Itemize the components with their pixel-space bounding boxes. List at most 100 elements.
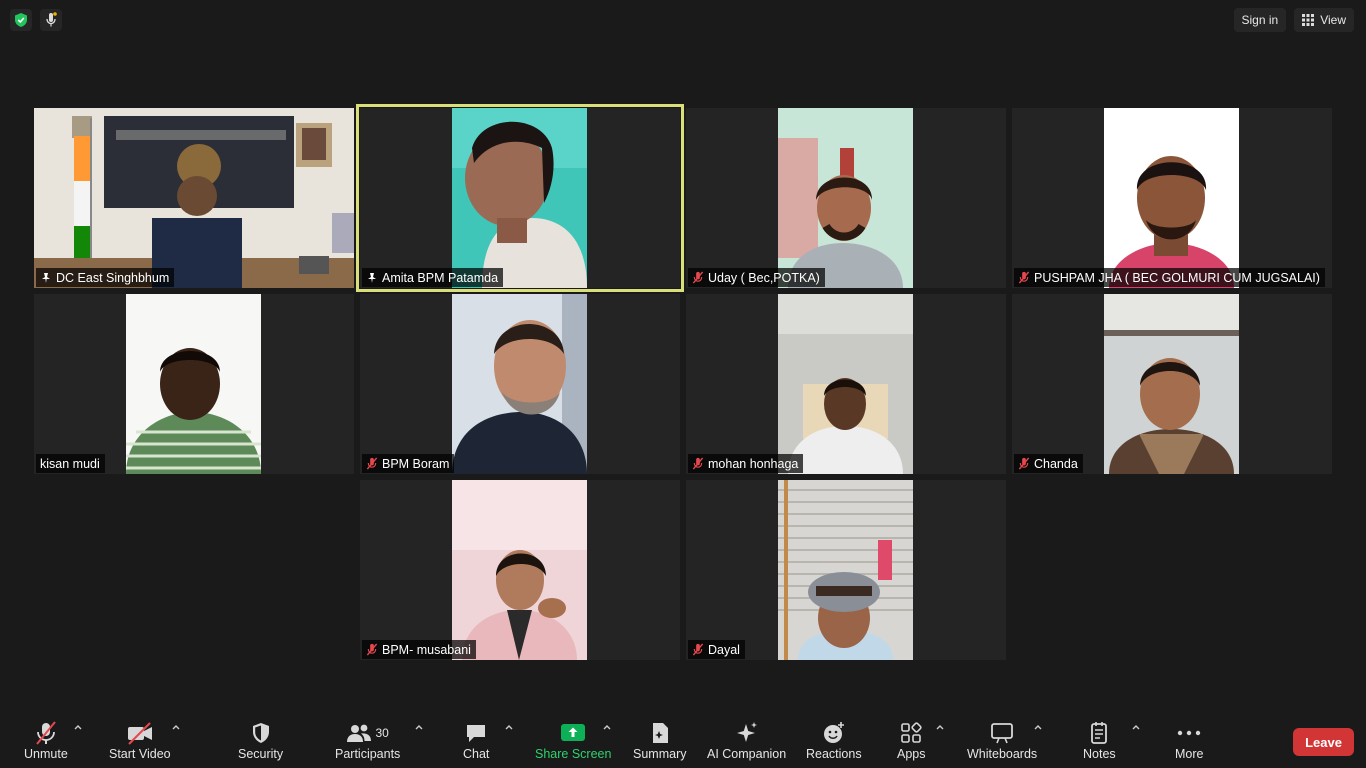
muted-mic-icon [692,271,704,284]
start-video-label: Start Video [109,747,171,761]
participants-button[interactable]: 30 Participants [335,720,400,761]
chevron-up-icon[interactable] [414,722,424,732]
participant-name: Dayal [708,642,740,657]
participant-name: mohan honhaga [708,456,799,471]
participant-tile[interactable]: BPM- musabani [360,480,680,660]
whiteboards-label: Whiteboards [967,747,1038,761]
participant-name: kisan mudi [40,456,100,471]
participant-video [126,294,261,474]
participant-tile[interactable]: Uday ( Bec,POTKA) [686,108,1006,288]
participant-video [452,108,587,288]
apps-label: Apps [897,747,926,761]
participant-video [778,480,913,660]
participant-name-tag: Amita BPM Patamda [362,268,504,287]
muted-mic-icon [366,457,378,470]
unmute-button[interactable]: Unmute [24,720,68,761]
participant-video [1104,294,1239,474]
emoji-add-icon [823,722,844,743]
chevron-up-icon[interactable] [73,722,83,732]
chat-label: Chat [463,747,490,761]
unmute-label: Unmute [24,747,68,761]
participant-name-tag: Uday ( Bec,POTKA) [688,268,825,287]
participant-video [778,108,913,288]
summary-label: Summary [633,747,687,761]
participant-name-tag: BPM- musabani [362,640,476,659]
participant-name: BPM- musabani [382,642,471,657]
participant-name: Amita BPM Patamda [382,270,499,285]
participant-name-tag: mohan honhaga [688,454,804,473]
muted-mic-icon [692,643,704,656]
participant-tile-active-speaker[interactable]: Amita BPM Patamda [356,104,684,292]
chevron-up-icon[interactable] [1131,722,1141,732]
start-video-button[interactable]: Start Video [109,720,171,761]
notes-icon [1091,722,1108,744]
participant-name-tag: BPM Boram [362,454,455,473]
chat-button[interactable]: Chat [463,720,489,761]
more-button[interactable]: More [1175,720,1203,761]
ai-companion-button[interactable]: AI Companion [707,720,786,761]
sign-in-label: Sign in [1241,13,1279,27]
share-screen-button[interactable]: Share Screen [535,720,611,761]
ai-companion-label: AI Companion [707,747,787,761]
participant-video [778,294,913,474]
participant-tile[interactable]: Chanda [1012,294,1332,474]
participant-name: DC East Singhbhum [56,270,170,285]
participant-tile[interactable]: DC East Singhbhum [34,108,354,288]
share-screen-icon [561,724,586,741]
participants-count: 30 [375,726,389,740]
security-button[interactable]: Security [238,720,283,761]
participant-tile[interactable]: PUSHPAM JHA ( BEC GOLMURI CUM JUGSALAI) [1012,108,1332,288]
reactions-label: Reactions [806,747,862,761]
participant-tile[interactable]: kisan mudi [34,294,354,474]
security-label: Security [238,747,284,761]
whiteboard-icon [991,723,1013,744]
reactions-button[interactable]: Reactions [806,720,862,761]
muted-mic-icon [366,643,378,656]
participant-name: PUSHPAM JHA ( BEC GOLMURI CUM JUGSALAI) [1034,270,1320,285]
muted-mic-icon [692,457,704,470]
participant-video [452,294,587,474]
summary-button[interactable]: Summary [633,720,686,761]
chevron-up-icon[interactable] [171,722,181,732]
participant-name-tag: Chanda [1014,454,1083,473]
whiteboards-button[interactable]: Whiteboards [967,720,1037,761]
participant-name-tag: kisan mudi [36,454,105,473]
participant-tile[interactable]: mohan honhaga [686,294,1006,474]
notes-button[interactable]: Notes [1083,720,1116,761]
notes-label: Notes [1083,747,1116,761]
participants-icon [347,724,372,742]
encryption-shield-icon[interactable] [10,9,32,31]
leave-button[interactable]: Leave [1293,728,1354,756]
spotlight-pin-icon [368,272,376,283]
participant-tile[interactable]: Dayal [686,480,1006,660]
participant-tile[interactable]: BPM Boram [360,294,680,474]
participant-name: Chanda [1034,456,1078,471]
meeting-toolbar: Unmute Start Video Security 30 Participa… [0,712,1366,768]
chevron-up-icon[interactable] [935,722,945,732]
meeting-window: Sign in View DC East Singhbhum Amita BPM… [0,0,1366,768]
chevron-up-icon[interactable] [602,722,612,732]
audio-status-icon[interactable] [40,9,62,31]
participant-name-tag: PUSHPAM JHA ( BEC GOLMURI CUM JUGSALAI) [1014,268,1325,287]
sign-in-button[interactable]: Sign in [1233,8,1287,32]
participant-name: BPM Boram [382,456,450,471]
muted-mic-icon [1018,457,1030,470]
participant-video [452,480,587,660]
view-button[interactable]: View [1294,8,1354,32]
apps-button[interactable]: Apps [897,720,926,761]
share-screen-label: Share Screen [535,747,612,761]
leave-label: Leave [1305,734,1342,750]
security-shield-icon [252,723,269,743]
participants-label: Participants [335,747,401,761]
participant-name-tag: DC East Singhbhum [36,268,175,287]
top-left-status [10,9,62,31]
summary-document-icon [652,723,668,743]
sparkle-icon [736,722,757,742]
participant-name-tag: Dayal [688,640,745,659]
more-label: More [1175,747,1204,761]
muted-mic-icon [1018,271,1030,284]
participant-video [1104,108,1239,288]
chevron-up-icon[interactable] [504,722,514,732]
video-off-icon [127,722,152,745]
chevron-up-icon[interactable] [1033,722,1043,732]
